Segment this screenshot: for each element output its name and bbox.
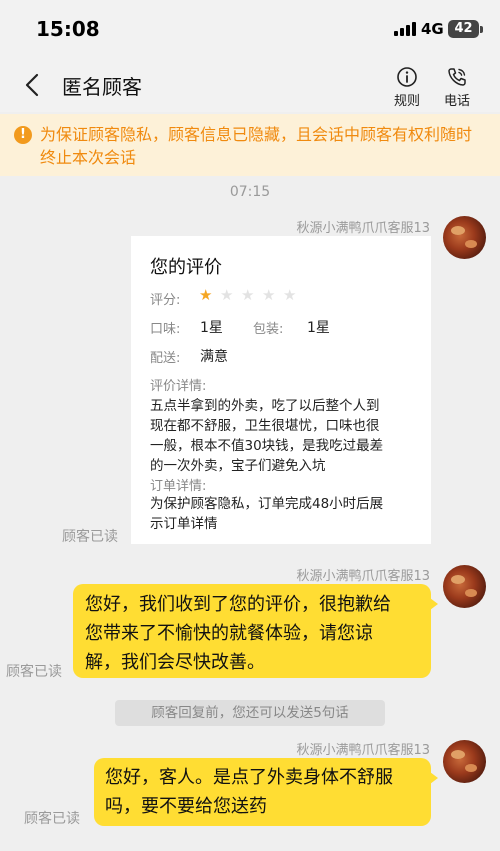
info-icon: [397, 67, 417, 87]
battery-cap: [480, 26, 483, 33]
message-line: 吗，要不要给您送药: [105, 796, 267, 817]
privacy-notice: ! 为保证顾客隐私，顾客信息已隐藏，且会话中顾客有权利随时终止本次会话: [0, 114, 500, 176]
taste-value: 1星: [200, 320, 223, 336]
rating-label: 评分:: [150, 293, 181, 308]
message-line: 您好，我们收到了您的评价，很抱歉给: [85, 594, 391, 615]
nav-bar: 匿名顾客 规则 电话: [0, 58, 500, 112]
sender-name: 秋源小满鸭爪爪客服13: [296, 743, 430, 758]
phone-label: 电话: [443, 94, 470, 109]
status-bar: 15:08 4G 42: [0, 0, 500, 58]
star-icon: ★: [262, 286, 276, 304]
message-line: 您带来了不愉快的就餐体验，请您谅: [85, 623, 373, 644]
review-detail-line: 现在都不舒服，卫生很堪忧，口味也很: [150, 418, 380, 434]
star-icon: ★: [199, 286, 213, 304]
phone-icon: [448, 68, 466, 86]
sender-name: 秋源小满鸭爪爪客服13: [296, 221, 430, 236]
read-status: 顾客已读: [6, 664, 62, 680]
avatar[interactable]: [443, 565, 486, 608]
network-label: 4G: [421, 20, 444, 38]
delivery-label: 配送:: [150, 351, 181, 366]
star-icon: ★: [283, 286, 297, 304]
avatar[interactable]: [443, 216, 486, 259]
order-detail: 为保护顾客隐私，订单完成48小时后展 示订单详情: [150, 494, 420, 534]
system-tip: 顾客回复前，您还可以发送5句话: [115, 700, 385, 726]
review-card-title: 您的评价: [150, 257, 222, 278]
privacy-notice-text: 为保证顾客隐私，顾客信息已隐藏，且会话中顾客有权利随时终止本次会话: [40, 125, 473, 167]
message-bubble[interactable]: 您好，我们收到了您的评价，很抱歉给 您带来了不愉快的就餐体验，请您谅 解，我们会…: [73, 584, 438, 678]
page-title: 匿名顾客: [62, 75, 142, 99]
order-label: 订单详情:: [150, 479, 207, 494]
review-detail: 五点半拿到的外卖，吃了以后整个人到 现在都不舒服，卫生很堪忧，口味也很 一般，根…: [150, 396, 420, 476]
battery-icon: 42: [448, 20, 479, 38]
review-detail-line: 的一次外卖，宝子们避免入坑: [150, 458, 326, 474]
review-card[interactable]: 您的评价 评分: ★ ★ ★ ★ ★ 口味: 1星 包装: 1星 配送: 满意 …: [131, 236, 431, 544]
warning-icon: !: [14, 126, 32, 144]
back-icon[interactable]: [22, 72, 46, 98]
message-line: 解，我们会尽快改善。: [85, 652, 265, 673]
package-value: 1星: [307, 320, 330, 336]
rules-button[interactable]: 规则: [387, 66, 427, 109]
star-icon: ★: [220, 286, 234, 304]
order-detail-line: 为保护顾客隐私，订单完成48小时后展: [150, 496, 384, 512]
message-bubble[interactable]: 您好，客人。是点了外卖身体不舒服 吗，要不要给您送药: [94, 758, 438, 826]
read-status: 顾客已读: [62, 529, 118, 545]
status-time: 15:08: [36, 17, 100, 41]
review-detail-line: 一般，根本不值30块钱，是我吃过最差: [150, 438, 384, 454]
message-line: 您好，客人。是点了外卖身体不舒服: [105, 767, 393, 788]
read-status: 顾客已读: [24, 811, 80, 827]
taste-label: 口味:: [150, 322, 181, 337]
order-detail-line: 示订单详情: [150, 516, 218, 532]
package-label: 包装:: [253, 322, 284, 337]
battery-level: 42: [454, 21, 473, 36]
review-detail-line: 五点半拿到的外卖，吃了以后整个人到: [150, 398, 380, 414]
detail-label: 评价详情:: [150, 379, 207, 394]
delivery-value: 满意: [200, 349, 228, 365]
chat-timestamp: 07:15: [229, 184, 271, 200]
signal-icon: [394, 22, 416, 36]
avatar[interactable]: [443, 740, 486, 783]
phone-button[interactable]: 电话: [437, 66, 477, 109]
sender-name: 秋源小满鸭爪爪客服13: [296, 569, 430, 584]
rules-label: 规则: [393, 94, 420, 109]
star-icon: ★: [241, 286, 255, 304]
